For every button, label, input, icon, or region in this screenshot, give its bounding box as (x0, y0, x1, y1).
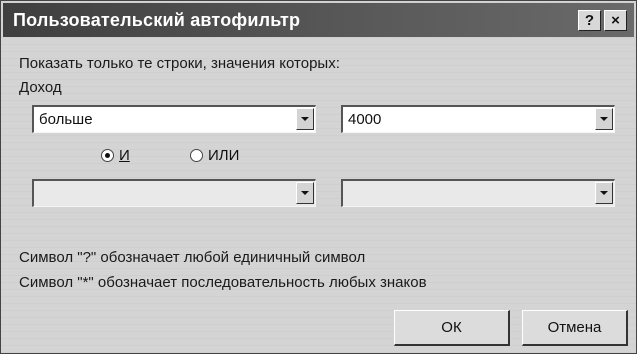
help-button[interactable]: ? (578, 10, 601, 31)
condition1-value-select[interactable]: 4000 (341, 105, 615, 133)
condition2-value-select[interactable] (341, 179, 615, 207)
condition1-value: 4000 (348, 111, 382, 128)
title-bar[interactable]: Пользовательский автофильтр ? × (3, 3, 634, 37)
radio-or[interactable]: ИЛИ (190, 147, 239, 164)
filter-prompt: Показать только те строки, значения кото… (19, 55, 340, 72)
hint-multi-char: Символ "*" обозначает последовательность… (19, 274, 427, 291)
chevron-down-icon[interactable] (296, 108, 314, 130)
field-name-label: Доход (19, 79, 62, 96)
chevron-down-icon[interactable] (595, 108, 613, 130)
radio-selected-icon[interactable] (101, 149, 114, 162)
dialog-title: Пользовательский автофильтр (13, 10, 301, 30)
radio-unselected-icon[interactable] (190, 149, 203, 162)
chevron-down-icon[interactable] (296, 182, 314, 204)
hint-single-char: Символ "?" обозначает любой единичный си… (19, 249, 366, 266)
radio-and-label: И (119, 147, 130, 164)
chevron-down-icon[interactable] (595, 182, 613, 204)
cancel-button[interactable]: Отмена (522, 310, 628, 346)
custom-autofilter-dialog: Пользовательский автофильтр ? × Показать… (0, 0, 637, 354)
radio-and[interactable]: И (101, 147, 130, 164)
condition2-operator-select[interactable] (32, 179, 316, 207)
condition1-operator-select[interactable]: больше (32, 105, 316, 133)
ok-button[interactable]: ОК (394, 310, 510, 346)
radio-or-label: ИЛИ (208, 147, 240, 164)
close-button[interactable]: × (604, 10, 627, 31)
condition1-operator-value: больше (39, 111, 93, 128)
